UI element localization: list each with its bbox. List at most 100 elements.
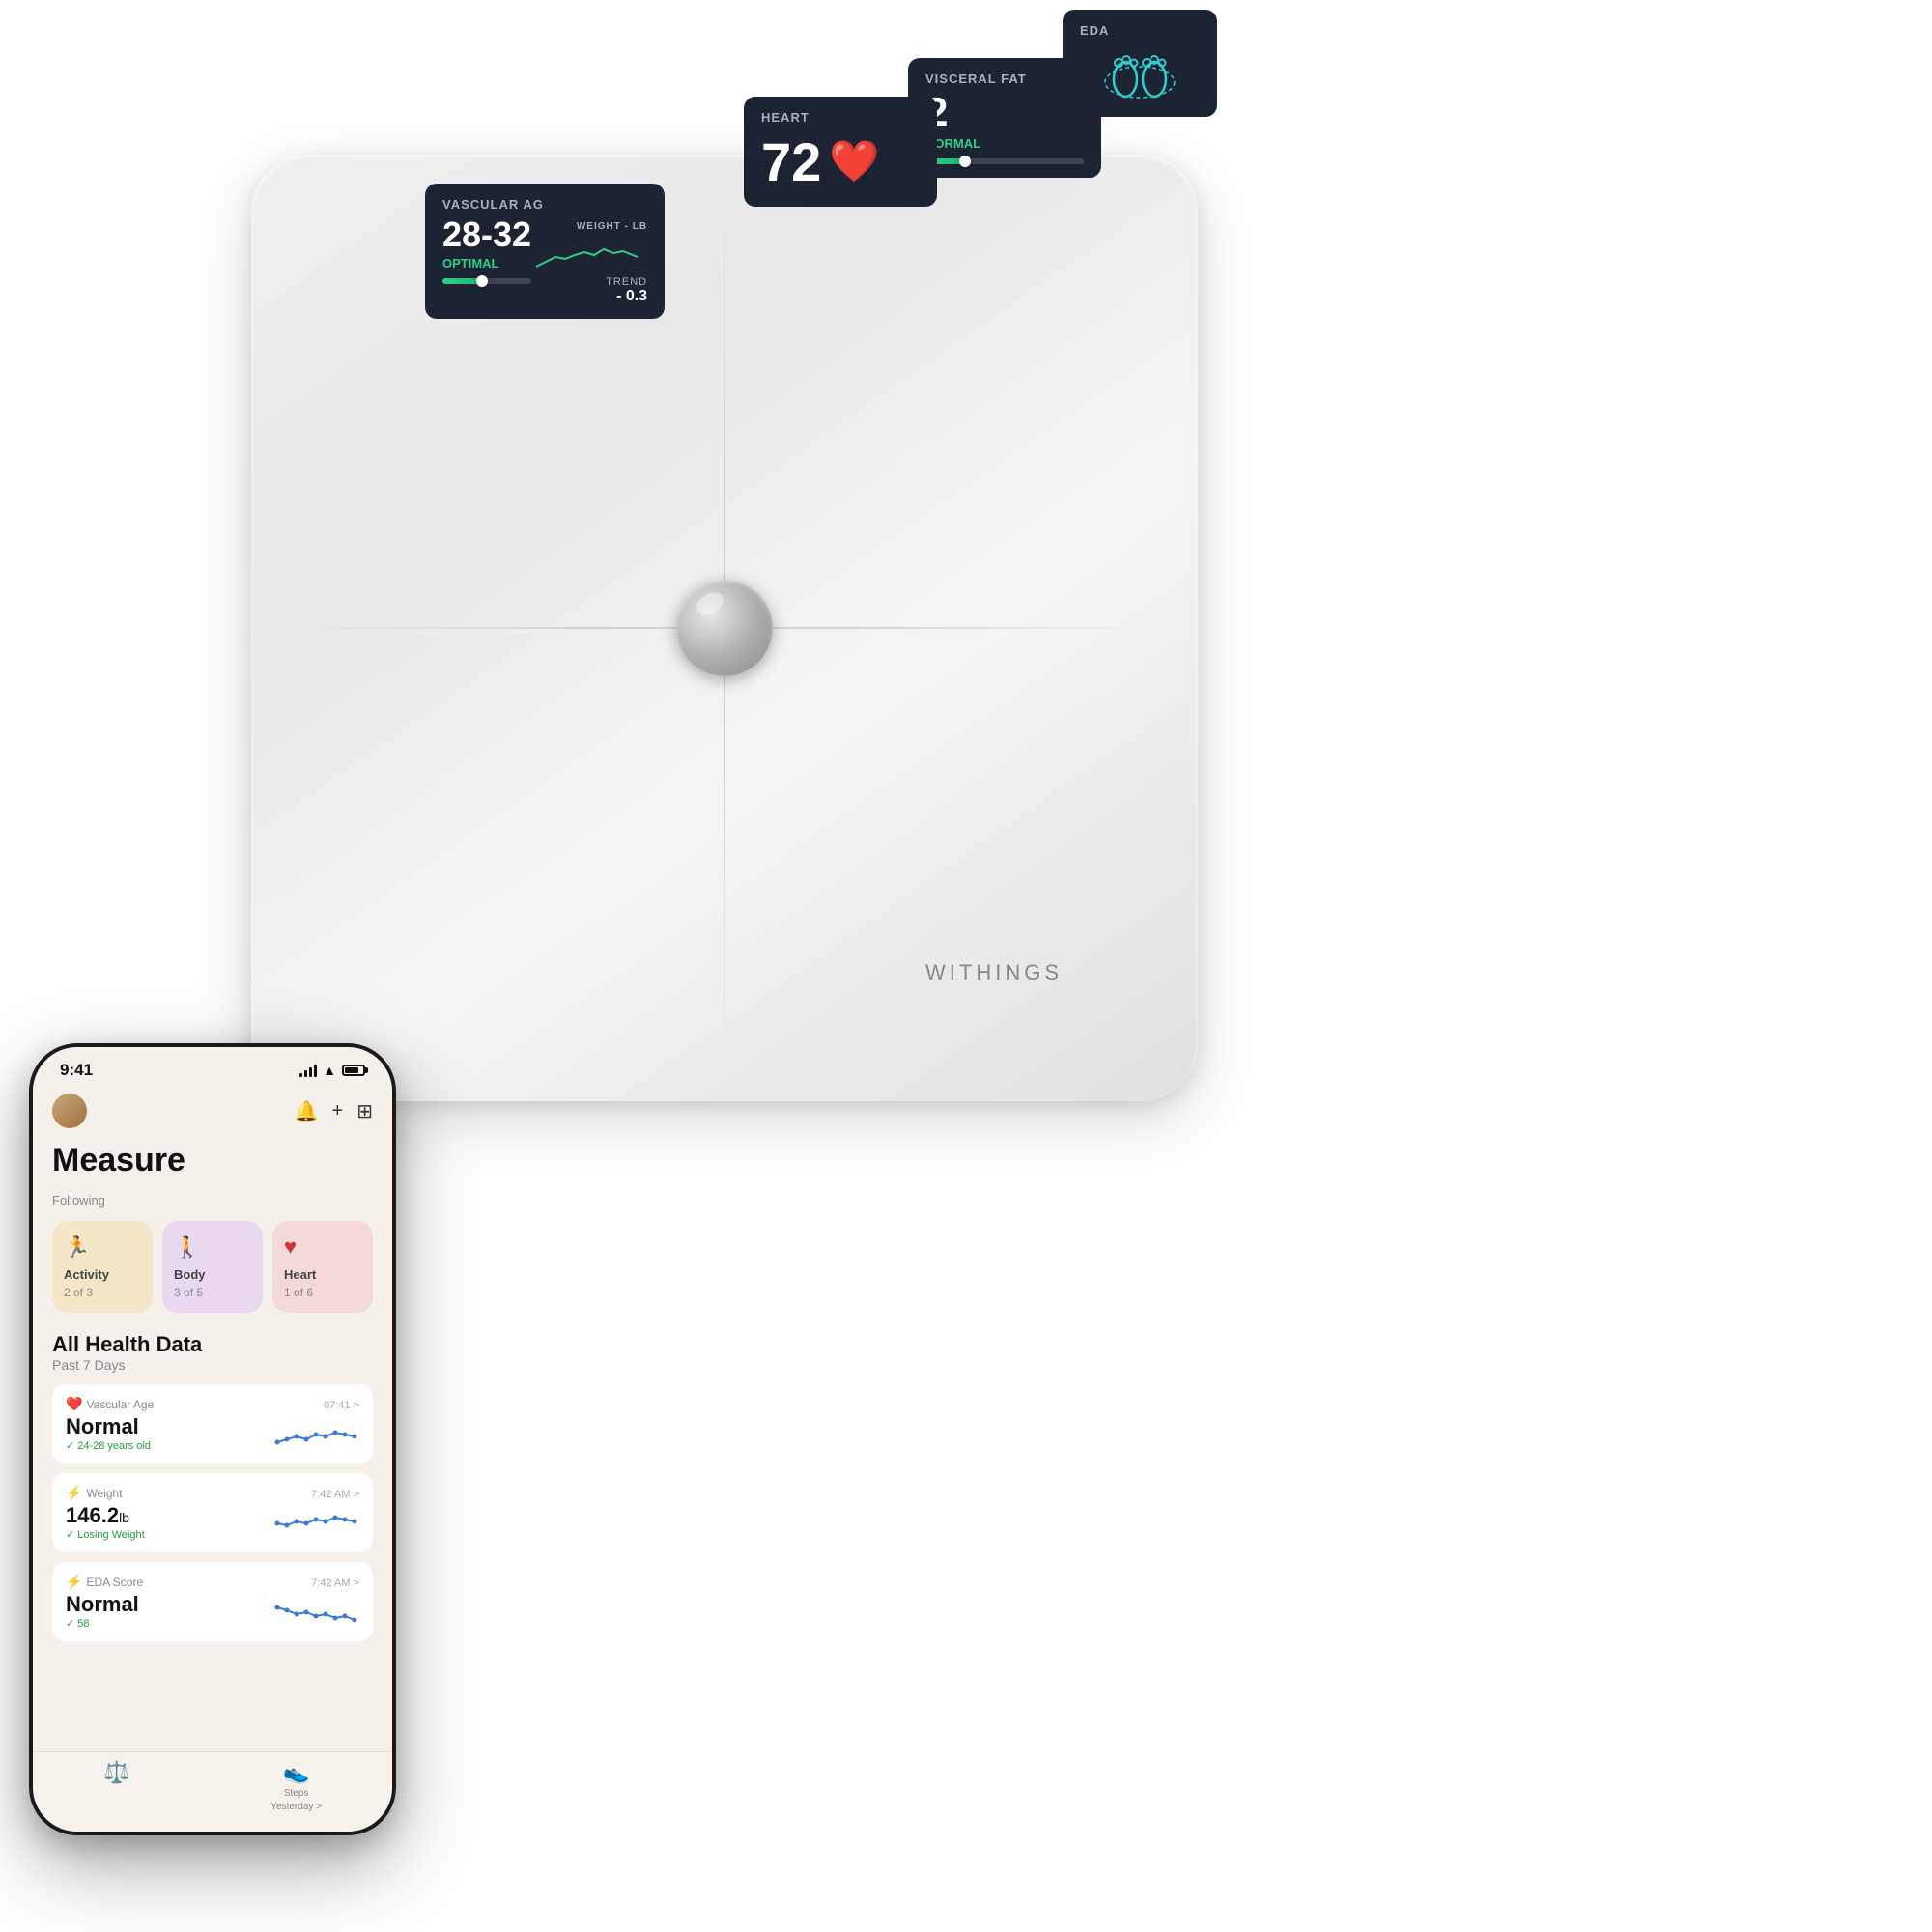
visceral-card-status: NORMAL	[925, 136, 1084, 151]
heart-icon: ❤️	[829, 138, 879, 185]
tab-steps[interactable]: 👟 Steps Yesterday >	[270, 1760, 322, 1812]
activity-icon: 🏃	[64, 1235, 141, 1260]
hi-left-weight: ⚡ Weight 146.2lb ✓ Losing Weight	[66, 1485, 145, 1541]
following-section: Following	[33, 1193, 392, 1221]
withings-logo: WITHINGS	[925, 960, 1063, 985]
add-icon[interactable]: +	[332, 1100, 344, 1122]
health-item-eda[interactable]: ⚡ EDA Score Normal ✓ 58 7:42 AM >	[52, 1562, 373, 1641]
following-card-heart[interactable]: ♥ Heart 1 of 6	[272, 1221, 373, 1313]
heart-card-label: HEART	[761, 110, 920, 125]
eda-time: 7:42 AM >	[311, 1577, 359, 1589]
status-bar: 9:41 ▲	[33, 1047, 392, 1088]
hi-right-eda: 7:42 AM >	[272, 1577, 359, 1627]
page-title: Measure	[52, 1142, 373, 1179]
weight-sub-text: Losing Weight	[77, 1529, 145, 1541]
trend-label: TREND	[606, 276, 647, 288]
status-time: 9:41	[60, 1061, 93, 1080]
signal-bars	[299, 1064, 317, 1077]
vascular-sub: ✓ 24-28 years old	[66, 1439, 154, 1452]
check-icon-weight: ✓	[66, 1528, 74, 1541]
phone-screen: 9:41 ▲	[33, 1047, 392, 1832]
phone-body: 9:41 ▲	[29, 1043, 396, 1835]
activity-subtitle: 2 of 3	[64, 1286, 141, 1299]
trend-col: TREND - 0.3	[606, 276, 647, 305]
notification-icon[interactable]: 🔔	[295, 1099, 319, 1123]
eda-mini-chart	[272, 1593, 359, 1627]
hi-right-weight: 7:42 AM >	[272, 1489, 359, 1538]
status-icons: ▲	[299, 1063, 365, 1078]
health-item-vascular[interactable]: ❤️ Vascular Age Normal ✓ 24-28 years old…	[52, 1384, 373, 1463]
health-item-weight[interactable]: ⚡ Weight 146.2lb ✓ Losing Weight 7:42 AM…	[52, 1473, 373, 1552]
eda-cat: ⚡ EDA Score	[66, 1574, 143, 1590]
phone-device: 9:41 ▲	[29, 1043, 396, 1835]
header-icons: 🔔 + ⊞	[295, 1099, 373, 1123]
page-title-area: Measure	[33, 1138, 392, 1193]
activity-title: Activity	[64, 1267, 141, 1282]
vascular-card: VASCULAR AG 28-32 OPTIMAL WEIGHT - LB TR…	[425, 184, 665, 319]
scale-knob	[676, 580, 773, 676]
vascular-cat-icon: ❤️	[66, 1396, 82, 1412]
following-card-body[interactable]: 🚶 Body 3 of 5	[162, 1221, 263, 1313]
avatar[interactable]	[52, 1094, 87, 1128]
vascular-sub-text: 24-28 years old	[77, 1440, 151, 1452]
body-icon: 🚶	[174, 1235, 251, 1260]
heart-title: Heart	[284, 1267, 361, 1282]
steps-label: Steps	[284, 1788, 309, 1799]
eda-feet-icon	[1101, 45, 1179, 103]
body-title: Body	[174, 1267, 251, 1282]
visceral-card-value: 2	[925, 92, 1084, 132]
battery-icon	[342, 1065, 365, 1076]
following-label: Following	[52, 1193, 373, 1208]
weight-label: WEIGHT - LB	[577, 221, 647, 232]
steps-icon: 👟	[283, 1760, 309, 1785]
measure-icon: ⚖️	[103, 1760, 129, 1785]
vascular-cat-label: Vascular Age	[86, 1398, 154, 1411]
visceral-card: VISCERAL FAT 2 NORMAL	[908, 58, 1101, 178]
vascular-mini-chart	[272, 1415, 359, 1449]
weight-cat: ⚡ Weight	[66, 1485, 145, 1501]
hi-right-vascular: 07:41 >	[272, 1400, 359, 1449]
trend-value: - 0.3	[606, 288, 647, 305]
vascular-card-label: VASCULAR AG	[442, 197, 647, 212]
app-header: 🔔 + ⊞	[33, 1088, 392, 1138]
body-subtitle: 3 of 5	[174, 1286, 251, 1299]
eda-sub-text: 58	[77, 1618, 89, 1630]
check-icon-vascular: ✓	[66, 1439, 74, 1452]
weight-mini-chart	[272, 1504, 359, 1538]
heart-card-value: 72 ❤️	[761, 130, 920, 193]
tab-measure[interactable]: ⚖️	[103, 1760, 129, 1812]
eda-value-display: Normal	[66, 1592, 143, 1617]
tab-bar: ⚖️ 👟 Steps Yesterday >	[33, 1751, 392, 1832]
steps-time: Yesterday >	[270, 1802, 322, 1812]
eda-card-label: EDA	[1080, 23, 1200, 38]
hi-left-eda: ⚡ EDA Score Normal ✓ 58	[66, 1574, 143, 1630]
bookmark-icon[interactable]: ⊞	[356, 1099, 373, 1123]
health-title: All Health Data	[52, 1332, 373, 1357]
weight-cat-label: Weight	[86, 1487, 122, 1500]
visceral-card-label: VISCERAL FAT	[925, 71, 1084, 86]
vascular-cat: ❤️ Vascular Age	[66, 1396, 154, 1412]
vascular-card-bar	[442, 278, 531, 284]
vascular-card-value: 28-32	[442, 217, 531, 252]
eda-sub: ✓ 58	[66, 1617, 143, 1630]
vascular-time: 07:41 >	[324, 1400, 359, 1411]
vascular-card-status: OPTIMAL	[442, 256, 531, 270]
heart-follow-icon: ♥	[284, 1235, 361, 1260]
weight-chart	[531, 238, 647, 276]
health-subtitle: Past 7 Days	[52, 1357, 373, 1373]
weight-sub: ✓ Losing Weight	[66, 1528, 145, 1541]
vascular-value-display: Normal	[66, 1414, 154, 1439]
weight-value-display: 146.2lb	[66, 1503, 145, 1528]
weight-time: 7:42 AM >	[311, 1489, 359, 1500]
hi-left-vascular: ❤️ Vascular Age Normal ✓ 24-28 years old	[66, 1396, 154, 1452]
following-card-activity[interactable]: 🏃 Activity 2 of 3	[52, 1221, 153, 1313]
heart-card: HEART 72 ❤️	[744, 97, 937, 207]
eda-cat-label: EDA Score	[86, 1576, 143, 1589]
visceral-card-bar	[925, 158, 1084, 164]
data-cards-area: VASCULAR AG 28-32 OPTIMAL WEIGHT - LB TR…	[406, 48, 1275, 483]
heart-subtitle: 1 of 6	[284, 1286, 361, 1299]
health-section: All Health Data Past 7 Days ❤️ Vascular …	[33, 1328, 392, 1657]
following-row: 🏃 Activity 2 of 3 🚶 Body 3 of 5 ♥ Heart …	[33, 1221, 392, 1328]
wifi-icon: ▲	[323, 1063, 336, 1078]
weight-cat-icon: ⚡	[66, 1485, 82, 1501]
